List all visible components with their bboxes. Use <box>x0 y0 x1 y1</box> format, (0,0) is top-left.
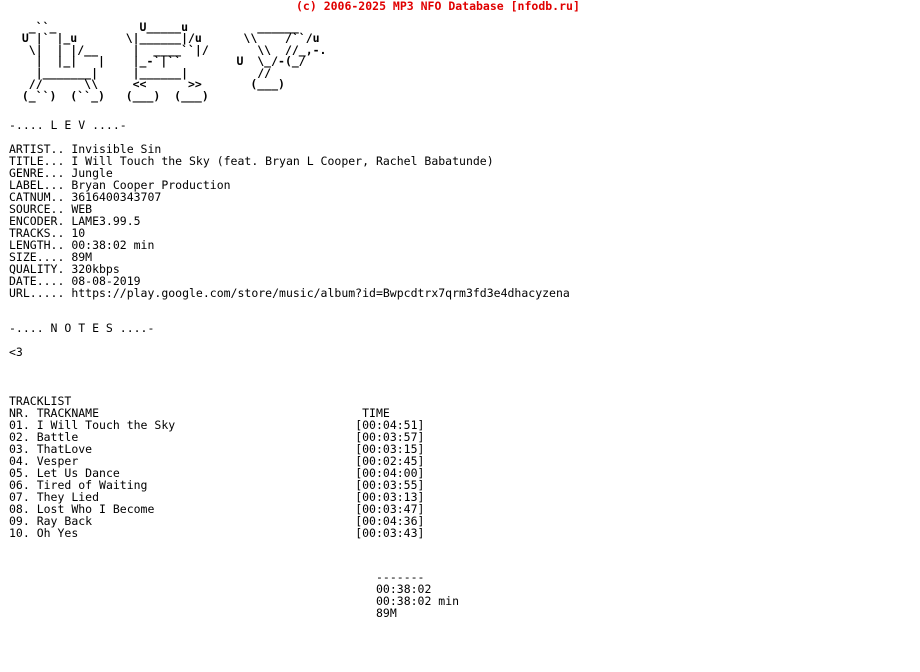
info-row: CATNUM.. 3616400343707 <box>9 191 570 203</box>
totals-block: ------- 00:38:02 00:38:02 min 89M <box>376 571 459 619</box>
totals-size: 89M <box>376 606 397 620</box>
info-value: https://play.google.com/store/music/albu… <box>71 286 570 300</box>
info-row: LENGTH.. 00:38:02 min <box>9 239 570 251</box>
track-number: 10. <box>9 526 37 540</box>
info-row: URL..... https://play.google.com/store/m… <box>9 287 570 299</box>
tracklist-rows: 01. I Will Touch the Sky [00:04:51] 02. B… <box>9 419 424 539</box>
track-name: Oh Yes <box>36 526 356 540</box>
info-value: I Will Touch the Sky (feat. Bryan L Coop… <box>71 154 494 168</box>
track-time: [00:03:43] <box>355 526 425 540</box>
release-heading: -.... L E V ....- <box>9 118 127 132</box>
info-label: URL..... <box>9 286 72 300</box>
track-row: 10. Oh Yes [00:03:43] <box>9 527 424 539</box>
notes-body: <3 <box>9 345 23 359</box>
notes-heading: -.... N O T E S ....- <box>9 321 155 335</box>
nfo-page: (c) 2006-2025 MP3 NFO Database [nfodb.ru… <box>0 0 920 672</box>
ascii-art-logo: _``_ U_____u ______ U |` |_u \|______|/u… <box>21 19 327 104</box>
release-info-block: ARTIST.. Invisible Sin TITLE... I Will To… <box>9 143 570 299</box>
site-credit-banner: (c) 2006-2025 MP3 NFO Database [nfodb.ru… <box>296 0 580 13</box>
info-row: ENCODER. LAME3.99.5 <box>9 215 570 227</box>
